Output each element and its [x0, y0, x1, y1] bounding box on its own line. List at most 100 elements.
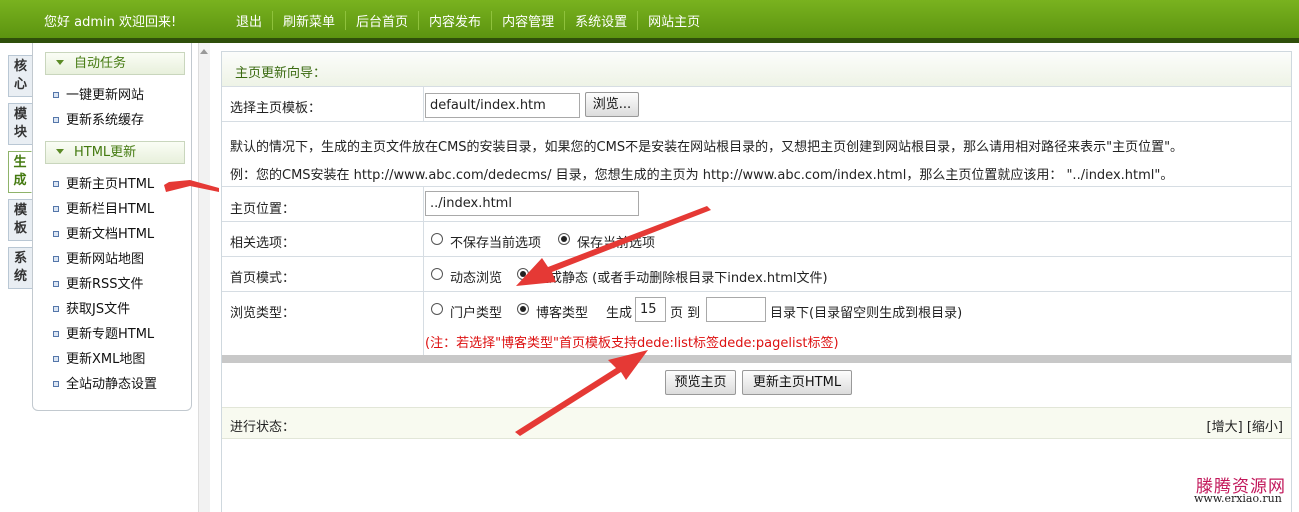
- tab-system[interactable]: 系统: [8, 247, 32, 289]
- preview-home-button[interactable]: 预览主页: [665, 370, 736, 395]
- zoom-in-link[interactable]: [增大]: [1207, 420, 1243, 435]
- tab-templates[interactable]: 模板: [8, 199, 32, 241]
- left-menu: 自动任务 一键更新网站 更新系统缓存 HTML更新 更新主页HTML 更新栏目H…: [32, 43, 192, 411]
- status-label: 进行状态：: [230, 420, 296, 435]
- nav-content-manage[interactable]: 内容管理: [491, 11, 564, 30]
- row-options: 相关选项： 不保存当前选项 保存当前选项: [222, 222, 1291, 257]
- chevron-down-icon: [56, 149, 64, 154]
- menu-item-label: 更新RSS文件: [66, 277, 144, 292]
- menu-item-label: 更新系统缓存: [66, 113, 145, 128]
- pages-to-text: 页 到: [670, 306, 701, 321]
- nav-site-home[interactable]: 网站主页: [637, 11, 710, 30]
- radio-blog[interactable]: [517, 303, 529, 315]
- nav-refresh-menu[interactable]: 刷新菜单: [272, 11, 345, 30]
- portal-label: 门户类型: [450, 306, 503, 321]
- radio-portal[interactable]: [431, 303, 443, 315]
- nav-publish[interactable]: 内容发布: [418, 11, 491, 30]
- tab-generate[interactable]: 生成: [8, 151, 32, 193]
- browse-type-label: 浏览类型：: [230, 306, 296, 321]
- form-title: 主页更新向导：: [235, 66, 327, 81]
- menu-item-label: 更新网站地图: [66, 252, 145, 267]
- bullet-icon: [53, 356, 59, 362]
- mode-label: 首页模式：: [230, 271, 296, 286]
- update-home-html-button[interactable]: 更新主页HTML: [742, 370, 852, 395]
- watermark-url: www.erxiao.run: [1194, 492, 1282, 505]
- no-save-label: 不保存当前选项: [450, 236, 542, 251]
- row-home-position: 主页位置： ../index.html: [222, 187, 1291, 222]
- menu-item-update-home-html[interactable]: 更新主页HTML: [53, 176, 154, 194]
- position-label: 主页位置：: [230, 202, 296, 217]
- column-divider: [423, 187, 424, 221]
- radio-save[interactable]: [558, 233, 570, 245]
- row-description: 默认的情况下，生成的主页文件放在CMS的安装目录，如果您的CMS不是安装在网站根…: [222, 122, 1291, 187]
- bullet-icon: [53, 117, 59, 123]
- radio-static[interactable]: [517, 268, 529, 280]
- menu-item-label: 更新文档HTML: [66, 227, 155, 242]
- menu-item-static-settings[interactable]: 全站动静态设置: [53, 376, 157, 394]
- menu-item-update-xml-map[interactable]: 更新XML地图: [53, 351, 145, 369]
- zoom-controls: [增大] [缩小]: [1207, 416, 1283, 435]
- row-browse-type: 浏览类型： 门户类型 博客类型 生成 15 页 到 目录下(目录留空则生成到根目…: [222, 292, 1291, 355]
- bullet-icon: [53, 381, 59, 387]
- pages-input[interactable]: 15: [635, 297, 666, 322]
- section-divider: [222, 355, 1291, 363]
- generate-text: 生成: [606, 306, 633, 321]
- zoom-out-link[interactable]: [缩小]: [1247, 420, 1283, 435]
- menu-item-label: 获取JS文件: [66, 302, 131, 317]
- row-template: 选择主页模板： default/index.htm 浏览...: [222, 87, 1291, 122]
- save-label: 保存当前选项: [577, 236, 656, 251]
- top-bar-divider: [0, 38, 1299, 43]
- radio-no-save[interactable]: [431, 233, 443, 245]
- tab-core[interactable]: 核心: [8, 55, 32, 97]
- row-home-mode: 首页模式： 动态浏览 生成静态 (或者手动删除根目录下index.html文件): [222, 257, 1291, 292]
- menu-item-update-sitemap[interactable]: 更新网站地图: [53, 251, 144, 269]
- bullet-icon: [53, 256, 59, 262]
- column-divider: [423, 87, 424, 121]
- bullet-icon: [53, 331, 59, 337]
- bullet-icon: [53, 231, 59, 237]
- column-divider: [423, 222, 424, 256]
- chevron-down-icon: [56, 60, 64, 65]
- nav-system-settings[interactable]: 系统设置: [564, 11, 637, 30]
- blog-label: 博客类型: [536, 306, 589, 321]
- menu-group-label: 自动任务: [74, 56, 127, 71]
- main-panel: 主页更新向导： 选择主页模板： default/index.htm 浏览... …: [221, 51, 1292, 512]
- bullet-icon: [53, 281, 59, 287]
- template-label: 选择主页模板：: [230, 101, 322, 116]
- directory-input[interactable]: [706, 297, 766, 322]
- bullet-icon: [53, 306, 59, 312]
- menu-item-label: 一键更新网站: [66, 88, 145, 103]
- form-header: 主页更新向导：: [222, 52, 1291, 87]
- nav-logout[interactable]: 退出: [226, 11, 272, 30]
- menu-item-label: 更新专题HTML: [66, 327, 155, 342]
- top-nav: 退出 刷新菜单 后台首页 内容发布 内容管理 系统设置 网站主页: [226, 11, 710, 30]
- status-row: 进行状态： [增大] [缩小]: [222, 407, 1291, 439]
- menu-item-get-js[interactable]: 获取JS文件: [53, 301, 130, 319]
- radio-dynamic[interactable]: [431, 268, 443, 280]
- menu-item-update-topic-html[interactable]: 更新专题HTML: [53, 326, 154, 344]
- description-text: 默认的情况下，生成的主页文件放在CMS的安装目录，如果您的CMS不是安装在网站根…: [230, 140, 1184, 155]
- collapse-arrow-icon[interactable]: [200, 49, 208, 54]
- menu-item-update-category-html[interactable]: 更新栏目HTML: [53, 201, 154, 219]
- menu-group-html-update[interactable]: HTML更新: [45, 141, 185, 164]
- menu-item-update-site[interactable]: 一键更新网站: [53, 87, 144, 105]
- frame-divider[interactable]: [198, 43, 210, 512]
- dynamic-label: 动态浏览: [450, 271, 503, 286]
- template-input[interactable]: default/index.htm: [425, 93, 580, 118]
- nav-admin-home[interactable]: 后台首页: [345, 11, 418, 30]
- directory-note: 目录下(目录留空则生成到根目录): [770, 306, 963, 321]
- position-input[interactable]: ../index.html: [425, 191, 639, 216]
- welcome-text: 您好 admin 欢迎回来!: [44, 15, 177, 30]
- blog-type-warning: (注：若选择"博客类型"首页模板支持dede:list标签dede:pageli…: [425, 336, 839, 351]
- column-divider: [423, 292, 424, 355]
- bullet-icon: [53, 181, 59, 187]
- menu-item-label: 更新主页HTML: [66, 177, 155, 192]
- tab-modules[interactable]: 模块: [8, 103, 32, 145]
- menu-item-update-rss[interactable]: 更新RSS文件: [53, 276, 144, 294]
- browse-button[interactable]: 浏览...: [585, 92, 639, 117]
- menu-item-update-cache[interactable]: 更新系统缓存: [53, 112, 144, 130]
- menu-group-label: HTML更新: [74, 145, 137, 160]
- example-text: 例：您的CMS安装在 http://www.abc.com/dedecms/ 目…: [230, 168, 1174, 183]
- menu-group-auto-tasks[interactable]: 自动任务: [45, 52, 185, 75]
- menu-item-update-article-html[interactable]: 更新文档HTML: [53, 226, 154, 244]
